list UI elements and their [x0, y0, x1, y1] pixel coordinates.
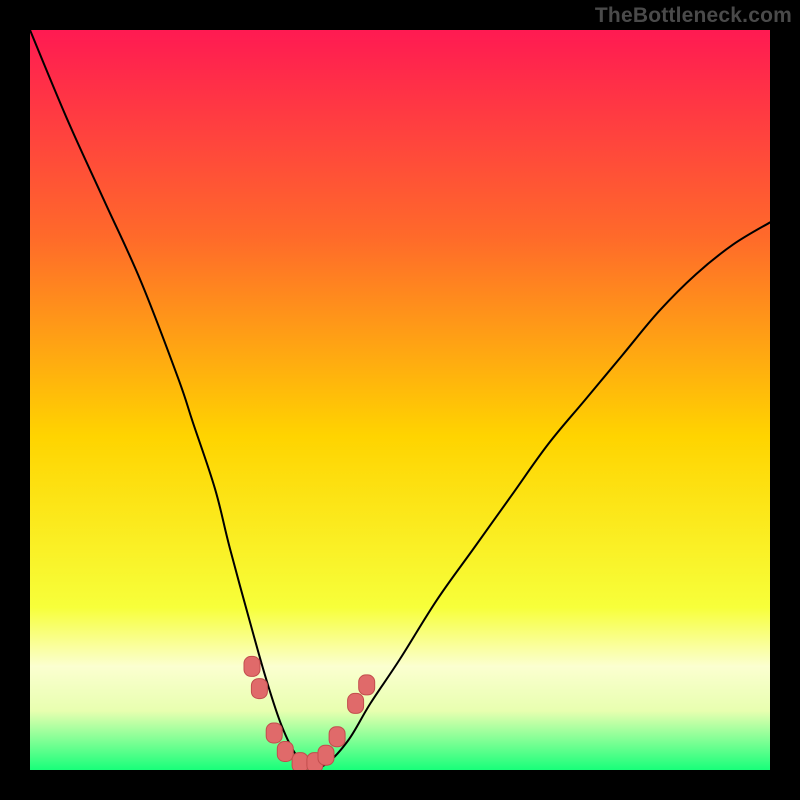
bottleneck-chart: [30, 30, 770, 770]
outer-frame: TheBottleneck.com: [0, 0, 800, 800]
curve-marker: [348, 693, 364, 713]
curve-marker: [318, 745, 334, 765]
curve-marker: [329, 727, 345, 747]
curve-marker: [292, 753, 308, 770]
curve-marker: [251, 679, 267, 699]
curve-marker: [244, 656, 260, 676]
curve-marker: [277, 742, 293, 762]
watermark-text: TheBottleneck.com: [595, 4, 792, 28]
curve-marker: [359, 675, 375, 695]
plot-area: [30, 30, 770, 770]
curve-marker: [266, 723, 282, 743]
